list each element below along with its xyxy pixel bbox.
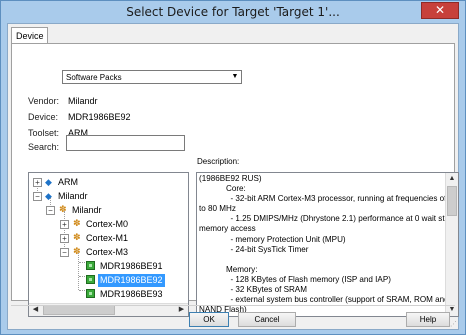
device-tree[interactable]: + ◆ ARM − ◆ Milandr − ✽ Milandr + ✽ Cort…	[28, 172, 189, 317]
scrollbar-thumb[interactable]	[43, 305, 115, 315]
description-line: - 32-bit ARM Cortex-M3 processor, runnin…	[199, 194, 458, 204]
description-line: (1986BE92 RUS)	[199, 174, 262, 183]
tree-node-label: MDR1986BE93	[100, 289, 163, 299]
vendor-value: Milandr	[68, 96, 98, 106]
description-text: (1986BE92 RUS) Core: - 32-bit ARM Cortex…	[199, 174, 458, 315]
description-line: memory access	[199, 224, 256, 234]
footer-separator	[11, 305, 455, 306]
chip-icon	[86, 289, 95, 298]
search-label: Search:	[28, 142, 60, 152]
packs-dropdown-value: Software Packs	[66, 73, 122, 82]
collapse-minus-icon[interactable]: −	[33, 192, 42, 201]
packs-dropdown[interactable]: Software Packs ▼	[62, 70, 242, 84]
collapse-minus-icon[interactable]: −	[46, 206, 55, 215]
tree-node-label: Cortex-M1	[86, 233, 129, 243]
tree-node-device[interactable]: MDR1986BE93	[29, 288, 188, 301]
description-label: Description:	[197, 157, 240, 166]
description-line: Core:	[199, 184, 246, 194]
family-icon: ✽	[73, 246, 81, 256]
close-button[interactable]: ✕	[421, 2, 459, 19]
tree-node-label: Cortex-M0	[86, 219, 129, 229]
tree-node-device-selected[interactable]: MDR1986BE92	[29, 274, 188, 287]
description-line: - memory Protection Unit (MPU)	[199, 234, 346, 244]
collapse-minus-icon[interactable]: −	[60, 248, 69, 257]
tree-node-label: MDR1986BE91	[100, 261, 163, 271]
resize-gripper-icon[interactable]: ⋰	[450, 321, 457, 328]
chip-icon	[86, 275, 95, 284]
cancel-button[interactable]: Cancel	[238, 312, 296, 327]
description-box[interactable]: (1986BE92 RUS) Core: - 32-bit ARM Cortex…	[196, 172, 459, 317]
tree-node-milandr-vendor[interactable]: − ◆ Milandr	[29, 190, 188, 203]
family-icon: ✽	[59, 204, 67, 214]
family-icon: ✽	[73, 232, 81, 242]
tree-node-label: ARM	[58, 177, 78, 187]
help-button[interactable]: Help	[406, 312, 450, 327]
tree-node-cortex-m3[interactable]: − ✽ Cortex-M3	[29, 246, 188, 259]
vendor-label: Vendor:	[28, 96, 60, 106]
window-title: Select Device for Target 'Target 1'...	[126, 5, 340, 19]
dialog-client-area: Device Software Packs ▼ Vendor: Milandr …	[7, 23, 459, 330]
tree-node-label: Milandr	[58, 191, 88, 201]
tree-node-cortex-m1[interactable]: + ✽ Cortex-M1	[29, 232, 188, 245]
title-bar[interactable]: Select Device for Target 'Target 1'... ✕	[1, 1, 465, 23]
toolset-label: Toolset:	[28, 128, 60, 138]
ok-button[interactable]: OK	[189, 312, 229, 327]
description-line: - external system bus controller (suppor…	[199, 295, 449, 305]
family-icon: ✽	[73, 218, 81, 228]
chevron-down-icon[interactable]: ▼	[230, 72, 240, 82]
chip-icon	[86, 261, 95, 270]
description-line: - 1.25 DMIPS/MHz (Dhrystone 2.1) perform…	[199, 214, 456, 224]
dialog-window: Select Device for Target 'Target 1'... ✕…	[0, 0, 466, 335]
tab-device[interactable]: Device	[11, 27, 48, 44]
tree-node-cortex-m0[interactable]: + ✽ Cortex-M0	[29, 218, 188, 231]
description-line: to 80 MHz	[199, 204, 236, 214]
diamond-icon: ◆	[45, 191, 52, 201]
description-line: Memory:	[199, 264, 258, 274]
device-value: MDR1986BE92	[68, 112, 131, 122]
expand-plus-icon[interactable]: +	[33, 178, 42, 187]
diamond-icon: ◆	[45, 177, 52, 187]
tree-node-arm[interactable]: + ◆ ARM	[29, 176, 188, 189]
tree-node-label: Milandr	[72, 205, 102, 215]
scrollbar-thumb[interactable]	[447, 186, 457, 216]
expand-plus-icon[interactable]: +	[60, 220, 69, 229]
description-line	[199, 255, 445, 265]
device-label: Device:	[28, 112, 59, 122]
search-input[interactable]	[66, 135, 185, 151]
tree-node-label: Cortex-M3	[86, 247, 129, 257]
description-vertical-scrollbar[interactable]: ▲ ▼	[445, 173, 458, 316]
scroll-up-icon[interactable]: ▲	[446, 173, 458, 185]
tree-node-milandr-family[interactable]: − ✽ Milandr	[29, 204, 188, 217]
description-line: - 32 KBytes of SRAM	[199, 285, 307, 295]
tree-node-label: MDR1986BE92	[98, 274, 165, 287]
tab-page-device: Software Packs ▼ Vendor: Milandr Device:…	[11, 43, 459, 317]
description-line: - 24-bit SysTick Timer	[199, 244, 309, 254]
tree-node-device[interactable]: MDR1986BE91	[29, 260, 188, 273]
expand-plus-icon[interactable]: +	[60, 234, 69, 243]
description-line: - 128 KBytes of Flash memory (ISP and IA…	[199, 274, 391, 284]
